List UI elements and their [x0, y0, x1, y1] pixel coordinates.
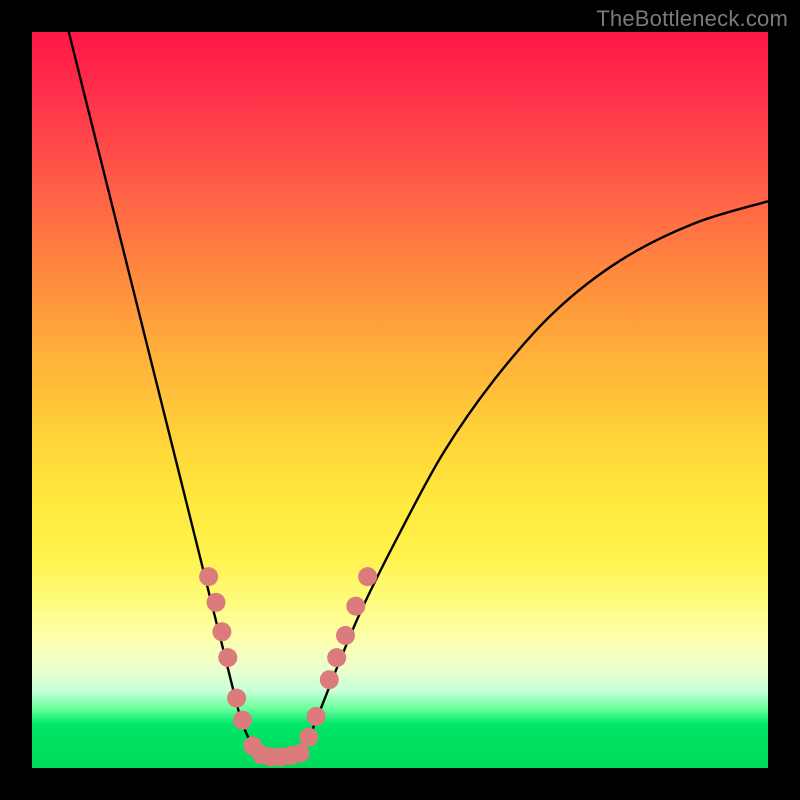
highlight-dot	[336, 626, 355, 645]
highlight-dot	[233, 711, 252, 730]
plot-area	[32, 32, 768, 768]
highlight-dot	[207, 593, 226, 612]
highlight-dot	[212, 622, 231, 641]
highlight-dots	[199, 567, 377, 766]
curve-group	[69, 32, 768, 757]
outer-frame: TheBottleneck.com	[0, 0, 800, 800]
highlight-dot	[327, 648, 346, 667]
watermark-text: TheBottleneck.com	[596, 6, 788, 32]
highlight-dot	[299, 728, 318, 747]
highlight-dot	[320, 670, 339, 689]
highlight-dot	[218, 648, 237, 667]
highlight-dot	[307, 707, 326, 726]
chart-svg	[32, 32, 768, 768]
highlight-dot	[358, 567, 377, 586]
highlight-dot	[227, 689, 246, 708]
curve-right	[301, 201, 768, 753]
highlight-dot	[199, 567, 218, 586]
highlight-dot	[346, 597, 365, 616]
curve-left	[69, 32, 259, 753]
highlight-dot	[290, 744, 309, 763]
